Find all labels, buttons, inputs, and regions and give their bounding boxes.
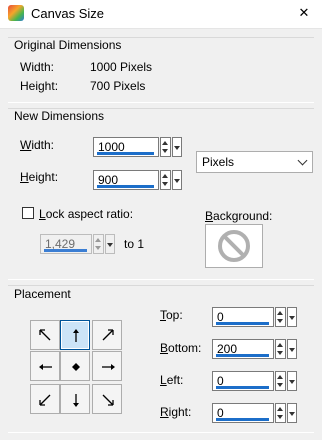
original-width-label: Width: bbox=[20, 60, 55, 74]
width-dropdown[interactable] bbox=[172, 137, 182, 157]
width-label: Width: bbox=[20, 138, 55, 152]
placement-bottom-left-button[interactable] bbox=[30, 384, 60, 414]
height-dropdown[interactable] bbox=[172, 170, 182, 190]
arrow-right-icon bbox=[102, 364, 115, 370]
placement-title: Placement bbox=[14, 287, 71, 301]
app-icon bbox=[8, 5, 24, 21]
left-label: Left: bbox=[160, 373, 184, 387]
arrow-left-icon bbox=[39, 364, 52, 370]
new-dimensions-title: New Dimensions bbox=[14, 109, 105, 123]
units-select[interactable]: Pixels bbox=[196, 151, 313, 173]
height-input[interactable]: 900 bbox=[93, 170, 159, 190]
new-dimensions-group bbox=[8, 108, 314, 280]
arrow-up-left-icon bbox=[39, 329, 51, 341]
right-input[interactable]: 0 bbox=[212, 403, 274, 423]
top-label: Top: bbox=[160, 308, 183, 322]
center-diamond-icon bbox=[72, 363, 80, 371]
left-dropdown[interactable] bbox=[287, 371, 297, 391]
window-title: Canvas Size bbox=[31, 6, 104, 21]
aspect-ratio-dropdown bbox=[105, 234, 115, 254]
close-icon: ✕ bbox=[298, 5, 310, 20]
top-spinner[interactable] bbox=[275, 307, 286, 327]
width-input[interactable]: 1000 bbox=[93, 137, 159, 157]
placement-top-right-button[interactable] bbox=[92, 320, 122, 350]
placement-bottom-center-button[interactable] bbox=[60, 384, 90, 414]
title-bar: Canvas Size ✕ bbox=[0, 0, 322, 29]
aspect-ratio-spinner bbox=[93, 234, 104, 254]
right-spinner[interactable] bbox=[275, 403, 286, 423]
width-spinner[interactable] bbox=[160, 137, 171, 157]
arrow-down-left-icon bbox=[39, 394, 51, 406]
placement-top-left-button[interactable] bbox=[30, 320, 60, 350]
placement-center-button[interactable] bbox=[60, 351, 90, 381]
background-label: Background: bbox=[205, 209, 273, 223]
placement-bottom-right-button[interactable] bbox=[92, 384, 122, 414]
bottom-input[interactable]: 200 bbox=[212, 339, 274, 359]
top-dropdown[interactable] bbox=[287, 307, 297, 327]
height-spinner[interactable] bbox=[160, 170, 171, 190]
arrow-down-right-icon bbox=[102, 394, 114, 406]
close-button[interactable]: ✕ bbox=[292, 2, 316, 24]
right-label: Right: bbox=[160, 405, 192, 419]
bottom-dropdown[interactable] bbox=[287, 339, 297, 359]
lock-aspect-label: Lock aspect ratio: bbox=[39, 207, 134, 221]
right-dropdown[interactable] bbox=[287, 403, 297, 423]
arrow-down-icon bbox=[73, 394, 79, 407]
arrow-up-right-icon bbox=[102, 329, 114, 341]
left-spinner[interactable] bbox=[275, 371, 286, 391]
placement-top-center-button[interactable] bbox=[60, 320, 90, 350]
original-dimensions-title: Original Dimensions bbox=[14, 38, 122, 52]
original-height-value: 700 Pixels bbox=[90, 79, 146, 93]
chevron-down-icon bbox=[297, 155, 308, 166]
left-input[interactable]: 0 bbox=[212, 371, 274, 391]
ratio-suffix: to 1 bbox=[124, 237, 145, 251]
arrow-up-icon bbox=[73, 329, 79, 342]
original-height-label: Height: bbox=[20, 79, 59, 93]
no-symbol-icon bbox=[218, 230, 250, 262]
aspect-ratio-input: 1,429 bbox=[40, 234, 92, 254]
bottom-label: Bottom: bbox=[160, 341, 202, 355]
height-label: Height: bbox=[20, 170, 59, 184]
placement-middle-right-button[interactable] bbox=[92, 351, 122, 381]
top-input[interactable]: 0 bbox=[212, 307, 274, 327]
lock-aspect-checkbox[interactable] bbox=[22, 207, 34, 219]
original-width-value: 1000 Pixels bbox=[90, 60, 153, 74]
placement-middle-left-button[interactable] bbox=[30, 351, 60, 381]
bottom-spinner[interactable] bbox=[275, 339, 286, 359]
background-color-swatch[interactable] bbox=[205, 224, 263, 268]
